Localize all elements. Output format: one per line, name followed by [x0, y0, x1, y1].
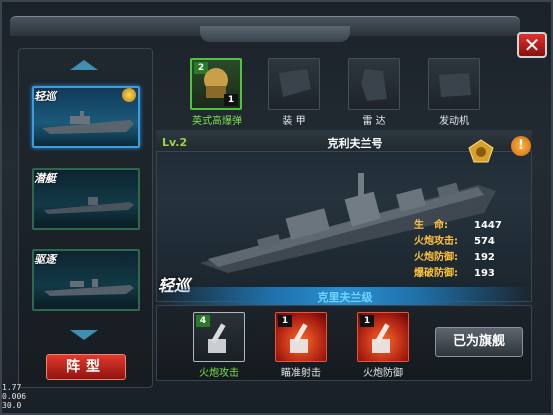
debug-line: 1.77	[2, 383, 22, 392]
ship-card-submarine[interactable]: 潜艇	[32, 168, 140, 230]
cannon-attack-icon	[208, 323, 226, 353]
part-slot-engine[interactable]	[428, 58, 480, 110]
ship-type-tag: 驱逐	[34, 253, 56, 266]
formation-button[interactable]: 阵型	[46, 354, 126, 380]
part-slot-armor[interactable]	[268, 58, 320, 110]
stat-value: 574	[474, 236, 495, 247]
stat-label: 生 命:	[414, 220, 448, 231]
stat-value: 193	[474, 268, 495, 279]
skill-cannon-attack[interactable]: 4	[193, 312, 245, 362]
part-label: 雷 达	[362, 116, 386, 127]
ship-card-destroyer[interactable]: 驱逐	[32, 249, 140, 311]
radar-icon	[361, 69, 387, 101]
skill-label: 火炮防御	[363, 368, 403, 379]
info-icon[interactable]: !	[511, 136, 531, 156]
medal-icon	[122, 88, 136, 102]
skill-label: 火炮攻击	[199, 368, 239, 379]
part-label: 英式高爆弹	[192, 116, 242, 127]
part-slot-radar[interactable]	[348, 58, 400, 110]
cruiser-icon	[42, 111, 134, 134]
scroll-up-arrow-icon[interactable]	[70, 60, 98, 70]
submarine-icon	[44, 197, 134, 214]
part-slot-shell[interactable]: 2 1	[190, 58, 242, 110]
ship-name: 克利夫兰号	[327, 137, 383, 150]
part-label: 发动机	[439, 116, 469, 127]
window-top-ornament	[200, 26, 350, 42]
destroyer-icon	[44, 279, 134, 296]
skill-cannon-defense[interactable]: 1	[357, 312, 409, 362]
debug-line: 0.006	[2, 392, 27, 401]
engine-icon	[439, 73, 471, 97]
aim-shot-icon	[290, 323, 308, 353]
debug-overlay: 1.77 0.006 30.0	[2, 383, 26, 410]
ship-level: Lv.2	[162, 136, 188, 149]
stat-label: 火炮攻击:	[414, 236, 458, 247]
cannon-defense-icon	[372, 323, 390, 353]
part-label: 装 甲	[282, 116, 306, 127]
stat-value: 1447	[474, 220, 502, 231]
close-button[interactable]: ✕	[517, 32, 547, 58]
part-count-bottom: 1	[224, 94, 238, 106]
stat-label: 火炮防御:	[414, 252, 458, 263]
stat-value: 192	[474, 252, 495, 263]
skill-label: 瞄准射击	[281, 368, 321, 379]
scroll-down-arrow-icon[interactable]	[70, 330, 98, 340]
armor-icon	[279, 69, 311, 97]
ship-class-name: 克里夫兰级	[317, 291, 373, 304]
ship-stats: 生 命: 1447 火炮攻击: 574 火炮防御: 192 爆破防御: 193	[414, 218, 534, 282]
debug-line: 30.0	[2, 401, 22, 410]
stat-label: 爆破防御:	[414, 268, 458, 279]
ship-card-light-cruiser[interactable]: 轻巡	[32, 86, 140, 148]
ship-type-tag: 潜艇	[34, 172, 56, 185]
ship-type-tag: 轻巡	[34, 90, 56, 103]
set-flagship-button[interactable]: 已为旗舰	[435, 327, 523, 357]
skill-aim-shot[interactable]: 1	[275, 312, 327, 362]
